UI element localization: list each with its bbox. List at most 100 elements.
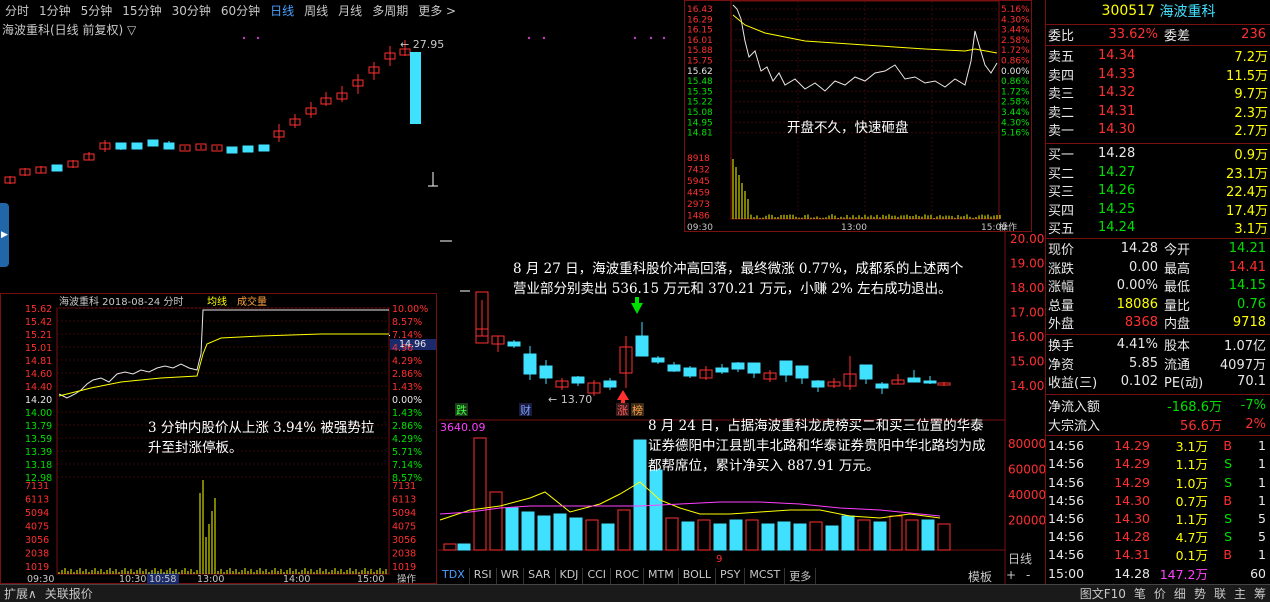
indicator-tab-10[interactable]: MCST <box>745 568 785 584</box>
inset2-right-axis: 1.43% <box>392 382 422 393</box>
tab-jia[interactable]: 价 <box>1150 585 1170 602</box>
inset2-right-axis: 2.86% <box>392 369 422 380</box>
tick-price: 14.30 <box>1094 511 1150 526</box>
daily-candle <box>876 384 888 388</box>
tab-xi[interactable]: 细 <box>1170 585 1190 602</box>
stat2-value2: 1.07亿 <box>1214 335 1266 354</box>
volume-bar <box>602 524 614 550</box>
inset1-left-axis: 16.15 <box>687 26 713 36</box>
indicator-tab-7[interactable]: MTM <box>644 568 679 584</box>
indicator-tab-6[interactable]: ROC <box>611 568 644 584</box>
volume-bar <box>794 524 806 550</box>
flow-label: 净流入额 <box>1048 396 1132 415</box>
inset1-right-axis: 5.16% <box>1001 5 1030 15</box>
stat-label: 涨跌 <box>1048 258 1088 277</box>
stat2-value2: 70.1 <box>1214 374 1266 389</box>
expand-button[interactable]: 扩展∧ <box>0 585 41 602</box>
indicator-tab-1[interactable]: RSI <box>470 568 497 584</box>
stat-row: 外盘 8368 内盘 9718 <box>1048 314 1269 332</box>
indicator-tab-11[interactable]: 更多 <box>785 568 816 584</box>
zoom-out-button[interactable]: - <box>1026 568 1030 582</box>
inset2-left-axis: 13.79 <box>25 421 52 432</box>
indicator-tab-2[interactable]: WR <box>497 568 525 584</box>
down-arrow-icon <box>631 303 643 314</box>
buy-volume: 23.1万 <box>1168 163 1268 182</box>
indicator-tab-4[interactable]: KDJ <box>556 568 584 584</box>
stat-value: 0.00 <box>1088 260 1158 275</box>
stat-label2: 最低 <box>1164 276 1204 295</box>
volume-bar <box>538 516 550 550</box>
sell-volume: 9.7万 <box>1168 83 1268 102</box>
tick-volume: 1.1万 <box>1150 509 1208 528</box>
upper-kline <box>5 37 665 184</box>
tab-zhu[interactable]: 主 <box>1230 585 1250 602</box>
daily-candle <box>780 361 792 375</box>
indicator-tab-8[interactable]: BOLL <box>679 568 716 584</box>
inset1-right-axis: 1.72% <box>1001 87 1030 97</box>
stat2-label2: 流通 <box>1164 354 1214 373</box>
marker-zhang: 涨 <box>617 404 628 417</box>
upper-candle <box>227 147 237 153</box>
daily-axis-label: 17.00 <box>1010 306 1044 320</box>
inset1-vol-axis: 1486 <box>687 212 710 222</box>
stat-value2: 14.15 <box>1204 278 1266 293</box>
daily-candle <box>508 342 520 346</box>
stat-value2: 14.41 <box>1204 260 1266 275</box>
inset2-vol-axis: 4075 <box>25 522 49 533</box>
sell-row: 卖四 14.33 11.5万 <box>1048 66 1269 84</box>
inset2-left-axis: 14.60 <box>25 369 52 380</box>
tick-price: 14.28 <box>1094 529 1150 544</box>
stat-value: 18086 <box>1088 297 1158 312</box>
buy-row: 买一 14.28 0.9万 <box>1048 145 1269 163</box>
weicha-label: 委差 <box>1164 25 1204 44</box>
inset2-vol-axis-r: 7131 <box>392 481 416 492</box>
inset2-left-axis: 14.81 <box>25 356 52 367</box>
zoom-in-button[interactable]: + <box>1006 568 1016 582</box>
tick-count: 1 <box>1232 547 1266 562</box>
sell-row: 卖一 14.30 2.7万 <box>1048 121 1269 139</box>
stat-value2: 9718 <box>1204 315 1266 330</box>
stat2-label: 换手 <box>1048 335 1098 354</box>
related-quote-button[interactable]: 关联报价 <box>41 585 97 602</box>
sell-row: 卖三 14.32 9.7万 <box>1048 84 1269 102</box>
tick-price: 14.28 <box>1094 566 1150 581</box>
upper-candle <box>243 146 253 152</box>
tab-chou[interactable]: 筹 <box>1250 585 1270 602</box>
stock-code: 300517 <box>1102 3 1155 19</box>
tab-lian[interactable]: 联 <box>1210 585 1230 602</box>
inset2-vol-axis-r: 5094 <box>392 508 416 519</box>
sell-volume: 7.2万 <box>1168 46 1268 65</box>
stat2-row: 收益(三) 0.102 PE(动) 70.1 <box>1048 373 1269 391</box>
tick-time: 14:56 <box>1048 456 1094 471</box>
indicator-tab-5[interactable]: CCI <box>583 568 611 584</box>
indicator-tab-3[interactable]: SAR <box>524 568 555 584</box>
daily-axis-label: 15.00 <box>1010 355 1044 369</box>
template-button[interactable]: 模板 <box>968 568 992 585</box>
annotation-0827: 8 月 27 日，海波重科股价冲高回落，最终微涨 0.77%，成都系的上述两个营… <box>513 259 973 299</box>
indicator-tabs: TDX RSI WR SAR KDJ CCI ROC MTM BOLL PSY MCST 更多 <box>438 568 816 584</box>
inset1-left-axis: 16.01 <box>687 36 713 46</box>
stat-value2: 14.21 <box>1204 241 1266 256</box>
daily-candle <box>604 381 616 387</box>
sell-label: 卖四 <box>1048 65 1098 84</box>
sell-price: 14.32 <box>1098 85 1168 100</box>
inset1-left-axis: 15.08 <box>687 108 713 118</box>
marker-bang: 榜 <box>632 403 643 417</box>
f10-button[interactable]: 图文F10 <box>1076 585 1130 602</box>
tab-bi[interactable]: 笔 <box>1130 585 1150 602</box>
inset1-left-axis: 15.88 <box>687 46 713 56</box>
inset1-op: 操作 <box>999 221 1017 233</box>
flow-pct: -7% <box>1222 398 1266 413</box>
stat-label2: 内盘 <box>1164 313 1204 332</box>
indicator-tab-0[interactable]: TDX <box>438 568 470 584</box>
inset2-vol-axis-r: 3056 <box>392 535 416 546</box>
inset2-right-axis: 1.43% <box>392 408 422 419</box>
volume-bar <box>730 520 742 550</box>
daily-candle <box>524 354 536 374</box>
inset2-left-axis: 14.40 <box>25 382 52 393</box>
inset1-left-axis: 15.62 <box>687 67 713 77</box>
tab-shi[interactable]: 势 <box>1190 585 1210 602</box>
tick-price: 14.31 <box>1094 547 1150 562</box>
indicator-tab-9[interactable]: PSY <box>716 568 745 584</box>
sell-label: 卖五 <box>1048 46 1098 65</box>
